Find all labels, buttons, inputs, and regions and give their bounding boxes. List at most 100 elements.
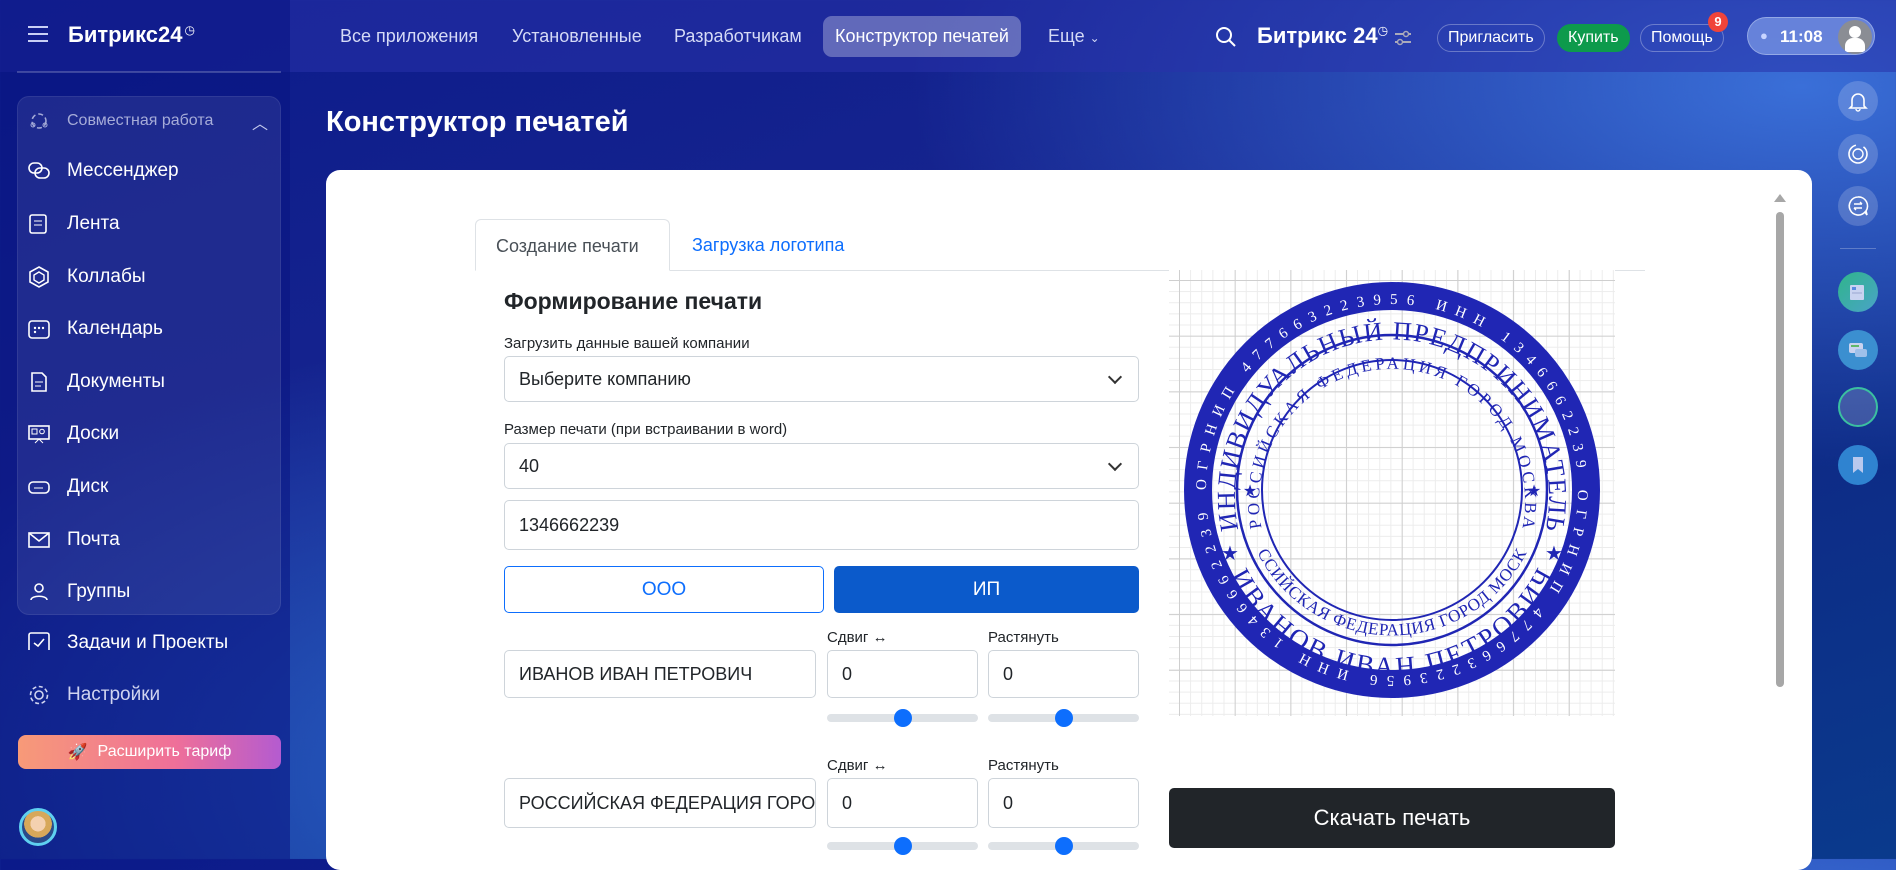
company-select[interactable]: Выберите компанию xyxy=(504,356,1139,402)
sidebar-item-mail[interactable]: Почта xyxy=(28,529,120,551)
sidebar-item-label: Почта xyxy=(67,529,120,550)
chevron-up-icon[interactable]: ︿ xyxy=(252,110,268,134)
messenger-icon xyxy=(28,162,50,179)
inn-input-value: 1346662239 xyxy=(519,514,620,535)
line-text-value: ИВАНОВ ИВАН ПЕТРОВИЧ xyxy=(519,663,753,684)
type-ooo-button[interactable]: ООО xyxy=(504,566,824,613)
shift-input[interactable]: 0 xyxy=(827,650,978,698)
nav-all-apps[interactable]: Все приложения xyxy=(340,26,478,47)
inn-input[interactable]: 1346662239 xyxy=(504,500,1139,550)
sidebar-item-boards[interactable]: Доски xyxy=(28,423,119,445)
exchange-chat-button[interactable] xyxy=(1838,186,1878,226)
stretch-value: 0 xyxy=(1003,663,1014,684)
help-badge: 9 xyxy=(1708,12,1728,32)
sidebar-item-collabs[interactable]: Коллабы xyxy=(28,266,146,288)
disk-icon xyxy=(28,481,50,494)
tab-upload-logo[interactable]: Загрузка логотипа xyxy=(672,219,864,271)
chevron-down-icon: ⌄ xyxy=(1089,31,1100,45)
menu-icon[interactable] xyxy=(28,26,48,42)
bookmark-button[interactable] xyxy=(1838,445,1878,485)
sidebar-item-tasks-clip: Задачи и Проекты xyxy=(0,628,290,650)
shift-slider[interactable] xyxy=(827,708,978,728)
stretch-slider[interactable] xyxy=(988,836,1139,856)
sidebar-item-feed[interactable]: Лента xyxy=(28,213,120,235)
calendar-icon xyxy=(28,320,50,339)
gear-icon xyxy=(29,685,49,705)
sidebar-item-disk[interactable]: Диск xyxy=(28,476,108,498)
logo[interactable]: Битрикс24 ◷ xyxy=(68,22,195,48)
bookmark-icon xyxy=(1853,457,1863,473)
sidebar-item-label: Мессенджер xyxy=(67,160,179,181)
nav-developers[interactable]: Разработчикам xyxy=(674,26,802,47)
chevron-down-icon xyxy=(1107,369,1123,385)
clock-icon: ● xyxy=(1760,28,1768,43)
nav-stamp-constructor[interactable]: Конструктор печатей xyxy=(823,16,1021,57)
size-select[interactable]: 40 xyxy=(504,443,1139,489)
sidebar-group-header[interactable]: Совместная работа xyxy=(28,110,213,132)
spiral-icon xyxy=(1848,144,1868,164)
stretch-slider[interactable] xyxy=(988,708,1139,728)
clock-icon: ◷ xyxy=(184,22,195,37)
nav-more-label: Еще xyxy=(1048,26,1085,46)
size-label: Размер печати (при встраивании в word) xyxy=(504,421,788,438)
sidebar-item-tasks[interactable]: Задачи и Проекты xyxy=(28,632,228,650)
download-stamp-button[interactable]: Скачать печать xyxy=(1169,788,1615,848)
company-label: Загрузить данные вашей компании xyxy=(504,335,750,352)
stretch-input[interactable]: 0 xyxy=(988,650,1139,698)
contact-avatar[interactable] xyxy=(1838,387,1878,427)
nav-more[interactable]: Еще ⌄ xyxy=(1048,26,1100,47)
logo-text: Битрикс24 xyxy=(68,22,183,47)
nav-installed[interactable]: Установленные xyxy=(512,26,642,47)
shift-label: Сдвиг ↔ xyxy=(827,757,888,774)
settings-sliders-icon[interactable] xyxy=(1394,30,1412,46)
time-text: 11:08 xyxy=(1780,27,1823,46)
scrollbar[interactable] xyxy=(1776,212,1784,687)
chat-app-button[interactable] xyxy=(1838,330,1878,370)
upgrade-label: Расширить тариф xyxy=(97,743,232,760)
shift-input[interactable]: 0 xyxy=(827,778,978,828)
sidebar-item-calendar[interactable]: Календарь xyxy=(28,318,163,340)
sidebar-item-settings[interactable]: Настройки xyxy=(28,684,160,706)
stretch-label: Растянуть xyxy=(988,757,1059,774)
upgrade-plan-button[interactable]: 🚀 Расширить тариф xyxy=(18,735,281,769)
stretch-label: Растянуть xyxy=(988,629,1059,646)
sidebar-item-messenger[interactable]: Мессенджер xyxy=(28,160,179,182)
line-text-input[interactable]: РОССИЙСКАЯ ФЕДЕРАЦИЯ ГОРОД МОСКВА xyxy=(504,778,816,828)
search-icon[interactable] xyxy=(1215,26,1237,48)
company-select-value: Выберите компанию xyxy=(519,368,691,389)
notifications-button[interactable] xyxy=(1838,81,1878,121)
mail-icon xyxy=(28,532,50,548)
stamp-image: ОГРНИП 477663223956 ИНН 1346662239 ОГРНИ… xyxy=(1163,255,1600,698)
news-app-button[interactable] xyxy=(1838,272,1878,312)
buy-button[interactable]: Купить xyxy=(1557,24,1630,52)
sidebar-item-label: Группы xyxy=(67,581,131,602)
scroll-up-arrow[interactable] xyxy=(1774,194,1786,202)
page-title: Конструктор печатей xyxy=(326,106,629,138)
feed-icon xyxy=(29,214,47,234)
sidebar-item-documents[interactable]: Документы xyxy=(28,371,165,393)
tab-create-stamp[interactable]: Создание печати xyxy=(475,219,670,271)
sidebar-divider xyxy=(17,71,281,73)
line-text-input[interactable]: ИВАНОВ ИВАН ПЕТРОВИЧ xyxy=(504,650,816,698)
user-avatar[interactable] xyxy=(1838,20,1872,54)
rail-divider xyxy=(1840,248,1876,249)
stretch-input[interactable]: 0 xyxy=(988,778,1139,828)
stamp-preview: ОГРНИП 477663223956 ИНН 1346662239 ОГРНИ… xyxy=(1163,255,1615,716)
time-widget[interactable]: ● 11:08 xyxy=(1747,17,1875,55)
sidebar-group-title: Совместная работа xyxy=(67,112,214,129)
board-icon xyxy=(28,425,50,444)
star-icon: ★ xyxy=(1243,483,1257,500)
brand-text: Битрикс 24 xyxy=(1257,23,1378,48)
sidebar-item-label: Лента xyxy=(67,213,120,234)
copilot-button[interactable] xyxy=(1838,134,1878,174)
profile-avatar[interactable] xyxy=(19,808,57,846)
shift-slider[interactable] xyxy=(827,836,978,856)
sidebar-item-label: Документы xyxy=(67,371,165,392)
invite-button[interactable]: Пригласить xyxy=(1437,24,1545,52)
sidebar-item-groups[interactable]: Группы xyxy=(28,581,130,603)
sidebar-item-label: Настройки xyxy=(67,684,161,705)
newspaper-icon xyxy=(1850,285,1864,300)
sidebar-item-label: Коллабы xyxy=(67,266,146,287)
chevron-down-icon xyxy=(1107,456,1123,472)
type-ip-button[interactable]: ИП xyxy=(834,566,1139,613)
